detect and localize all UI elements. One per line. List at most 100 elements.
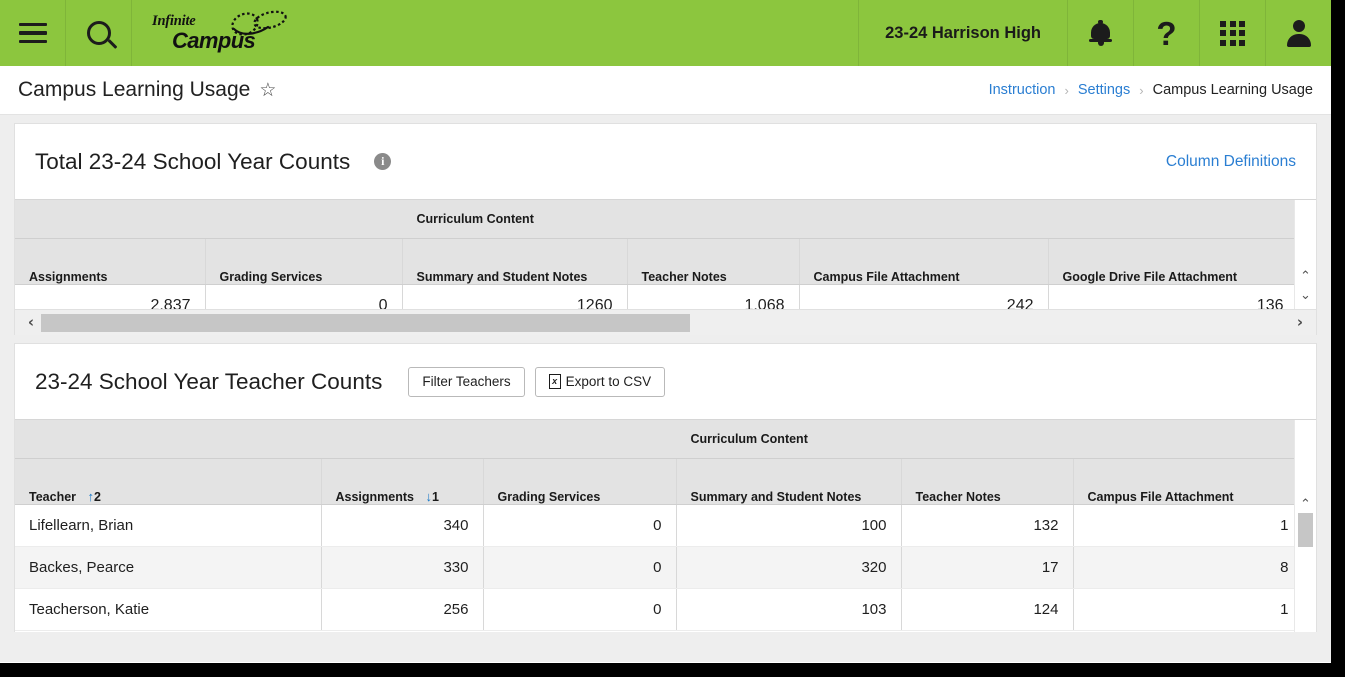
v-scroll-thumb[interactable] (1298, 513, 1313, 547)
school-year-selector[interactable]: 23-24 Harrison High (858, 0, 1067, 66)
notifications-button[interactable] (1067, 0, 1133, 66)
breadcrumb-separator: › (1064, 82, 1069, 98)
header-spacer (205, 200, 403, 239)
column-definitions-link[interactable]: Column Definitions (1166, 153, 1296, 170)
scroll-up-icon[interactable]: ⌃ (1295, 270, 1317, 283)
page-content: Total 23-24 School Year Counts i Column … (0, 115, 1331, 662)
cell-teacher: Lifellearn, Brian (15, 504, 322, 547)
teacher-counts-table: Curriculum Content Teacher ↑2 Assignment… (15, 420, 1316, 631)
scroll-up-icon[interactable]: ⌃ (1295, 498, 1317, 511)
user-icon (1285, 19, 1313, 47)
column-header-teacher-notes[interactable]: Teacher Notes (901, 458, 1074, 505)
search-button[interactable] (66, 0, 132, 66)
scroll-down-icon[interactable]: ⌄ (1295, 289, 1317, 302)
cell-assignments: 256 (321, 588, 484, 631)
column-header-google-drive-file-attachment[interactable]: Google Drive File Attachment (1048, 238, 1299, 285)
scroll-left-icon[interactable]: ‹ (21, 315, 41, 330)
app-grid-icon (1220, 20, 1245, 46)
cell-grading-services: 0 (483, 588, 677, 631)
info-icon[interactable]: i (374, 153, 392, 170)
header-spacer (321, 420, 484, 459)
excel-file-icon: x (548, 374, 561, 389)
search-icon (86, 21, 111, 45)
app-window: Infinite Campus 23-24 Harrison High ? Ca… (0, 0, 1331, 663)
total-table-horizontal-scrollbar[interactable]: ‹ › (15, 309, 1316, 335)
total-counts-card: Total 23-24 School Year Counts i Column … (14, 123, 1317, 335)
teacher-table-vertical-scrollbar[interactable]: ⌃ (1294, 420, 1316, 632)
header-spacer (15, 420, 322, 459)
column-header-teacher-notes[interactable]: Teacher Notes (627, 238, 800, 285)
group-header-curriculum-content: Curriculum Content (676, 420, 1304, 459)
table-row[interactable]: Teacherson, Katie 256 0 103 124 1 (15, 588, 1316, 631)
cell-teacher: Teacherson, Katie (15, 588, 322, 631)
breadcrumb-item-settings[interactable]: Settings (1078, 82, 1130, 98)
column-header-campus-file-attachment[interactable]: Campus File Attachment (799, 238, 1049, 285)
cell-campus-file-attachment: 242 (799, 284, 1049, 309)
favorite-star-icon[interactable]: ☆ (259, 81, 276, 100)
group-header-curriculum-content: Curriculum Content (402, 200, 1299, 239)
cell-summary-and-student-notes: 100 (676, 504, 902, 547)
cell-teacher: Backes, Pearce (15, 546, 322, 589)
breadcrumb-separator: › (1139, 82, 1144, 98)
h-scroll-thumb[interactable] (41, 313, 691, 332)
top-navigation-bar: Infinite Campus 23-24 Harrison High ? (0, 0, 1331, 66)
column-header-assignments[interactable]: Assignments ↓1 (321, 458, 484, 505)
cell-grading-services: 0 (205, 284, 403, 309)
table-row[interactable]: Lifellearn, Brian 340 0 100 132 1 (15, 504, 1316, 547)
header-spacer (15, 200, 206, 239)
infinite-campus-logo[interactable]: Infinite Campus (132, 0, 322, 66)
h-scroll-track[interactable] (41, 313, 1290, 332)
total-counts-header: Total 23-24 School Year Counts i Column … (15, 124, 1316, 200)
user-account-button[interactable] (1265, 0, 1331, 66)
cell-assignments: 330 (321, 546, 484, 589)
cell-campus-file-attachment: 8 (1073, 546, 1304, 589)
column-header-teacher-label: Teacher (29, 489, 77, 504)
logo-swoosh-icon (231, 10, 287, 36)
column-header-teacher[interactable]: Teacher ↑2 (15, 458, 322, 505)
export-to-csv-button[interactable]: x Export to CSV (534, 366, 666, 397)
total-counts-table-wrapper: Curriculum Content Assignments Grading S… (15, 200, 1316, 309)
column-header-summary-and-student-notes[interactable]: Summary and Student Notes (676, 458, 902, 505)
teacher-counts-card: 23-24 School Year Teacher Counts Filter … (14, 343, 1317, 632)
column-header-assignments-label: Assignments (335, 489, 415, 504)
cell-teacher-notes: 1,068 (627, 284, 800, 309)
total-table-vertical-scrollbar[interactable]: ⌃ ⌄ (1294, 200, 1316, 309)
main-menu-button[interactable] (0, 0, 66, 66)
table-row[interactable]: Backes, Pearce 330 0 320 17 8 (15, 546, 1316, 589)
cell-assignments: 2,837 (15, 284, 206, 309)
header-spacer (483, 420, 677, 459)
page-title: Campus Learning Usage (18, 78, 251, 101)
teacher-counts-header: 23-24 School Year Teacher Counts Filter … (15, 344, 1316, 420)
total-counts-title: Total 23-24 School Year Counts (35, 148, 351, 174)
column-header-summary-and-student-notes[interactable]: Summary and Student Notes (402, 238, 628, 285)
export-to-csv-label: Export to CSV (565, 374, 652, 389)
page-header: Campus Learning Usage ☆ Instruction › Se… (0, 66, 1331, 115)
question-mark-icon: ? (1156, 14, 1177, 52)
column-header-grading-services[interactable]: Grading Services (483, 458, 677, 505)
cell-campus-file-attachment: 1 (1073, 504, 1304, 547)
cell-google-drive-file-attachment: 136 (1048, 284, 1299, 309)
cell-grading-services: 0 (483, 546, 677, 589)
scroll-right-icon[interactable]: › (1290, 315, 1310, 330)
column-header-assignments[interactable]: Assignments (15, 238, 206, 285)
bell-icon (1089, 19, 1112, 46)
app-switcher-button[interactable] (1199, 0, 1265, 66)
column-header-grading-services[interactable]: Grading Services (205, 238, 403, 285)
breadcrumb-item-instruction[interactable]: Instruction (989, 82, 1056, 98)
teacher-counts-title: 23-24 School Year Teacher Counts (35, 368, 383, 394)
table-row: 2,837 0 1260 1,068 242 136 (15, 284, 1316, 309)
cell-teacher-notes: 124 (901, 588, 1074, 631)
total-counts-table: Curriculum Content Assignments Grading S… (15, 200, 1316, 309)
breadcrumb: Instruction › Settings › Campus Learning… (989, 82, 1313, 98)
help-button[interactable]: ? (1133, 0, 1199, 66)
column-header-campus-file-attachment[interactable]: Campus File Attachment (1073, 458, 1304, 505)
cell-summary-and-student-notes: 103 (676, 588, 902, 631)
filter-teachers-button[interactable]: Filter Teachers (408, 366, 525, 397)
cell-campus-file-attachment: 1 (1073, 588, 1304, 631)
cell-grading-services: 0 (483, 504, 677, 547)
cell-summary-and-student-notes: 1260 (402, 284, 628, 309)
cell-teacher-notes: 132 (901, 504, 1074, 547)
cell-teacher-notes: 17 (901, 546, 1074, 589)
sort-order-assignments: 1 (431, 489, 439, 504)
